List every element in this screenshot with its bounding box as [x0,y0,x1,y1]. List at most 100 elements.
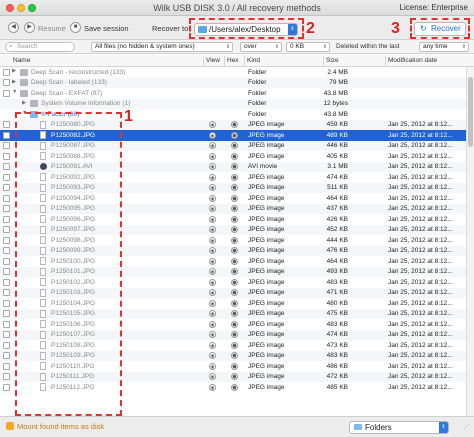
preview-eye-icon[interactable]: ◉ [209,383,216,391]
row-checkbox[interactable] [3,205,10,212]
recover-button[interactable]: ↻ Recover [414,22,466,36]
preview-eye-icon[interactable]: ◉ [209,184,216,191]
column-view[interactable]: View [203,57,220,64]
hex-view-icon[interactable]: ⬢ [231,173,238,181]
search-input[interactable]: ⌕ Search [5,42,75,52]
row-checkbox[interactable] [3,310,10,317]
row-checkbox[interactable] [3,79,10,86]
hex-view-icon[interactable]: ⬢ [231,236,238,244]
preview-eye-icon[interactable]: ◉ [209,247,216,254]
vertical-scrollbar[interactable] [466,67,474,416]
resize-grip-icon[interactable]: ⋰ [463,423,470,431]
hex-view-icon[interactable]: ⬢ [231,226,238,233]
disclosure-closed-icon[interactable]: ▶ [12,79,16,85]
preview-eye-icon[interactable]: ◉ [209,194,216,202]
file-type-filter-select[interactable]: All files (no hidden & system ones) ⇕ [91,42,233,52]
column-size[interactable]: Size [323,57,339,64]
hex-view-icon[interactable]: ⬢ [231,320,238,328]
row-checkbox[interactable] [3,89,10,97]
column-modification-date[interactable]: Modification date [385,57,437,64]
row-checkbox[interactable] [3,152,10,160]
hex-view-icon[interactable]: ⬢ [231,310,238,317]
hex-view-icon[interactable]: ⬢ [231,194,238,202]
recover-path-popup[interactable]: /Users/alex/Desktop ⇕ [194,23,298,36]
time-range-select[interactable]: any time ⇕ [419,42,469,52]
preview-eye-icon[interactable]: ◉ [209,320,216,328]
hex-view-icon[interactable]: ⬢ [231,205,238,212]
hex-view-icon[interactable]: ⬢ [231,362,238,370]
resume-button[interactable]: Resume [38,24,66,33]
hex-view-icon[interactable]: ⬢ [231,215,238,223]
preview-eye-icon[interactable]: ◉ [209,289,216,296]
hex-view-icon[interactable]: ⬢ [231,268,238,275]
disclosure-open-icon[interactable]: ▼ [12,89,17,95]
save-session-icon-button[interactable]: ■ [70,22,81,33]
preview-eye-icon[interactable]: ◉ [209,205,216,212]
size-value-select[interactable]: 0 KB ⇕ [286,42,330,52]
table-row[interactable]: ▶ Deep Scan - reconstructed (133) Folder 2.… [0,67,466,78]
row-checkbox[interactable] [3,383,10,391]
hex-view-icon[interactable]: ⬢ [231,383,238,391]
preview-eye-icon[interactable]: ◉ [209,299,216,307]
row-checkbox[interactable] [3,341,10,349]
row-checkbox[interactable] [3,68,10,76]
row-checkbox[interactable] [3,121,10,128]
row-checkbox[interactable] [3,215,10,223]
hex-view-icon[interactable]: ⬢ [231,142,238,149]
row-checkbox[interactable] [3,257,10,265]
preview-eye-icon[interactable]: ◉ [209,268,216,275]
column-kind[interactable]: Kind [244,57,260,64]
hex-view-icon[interactable]: ⬢ [231,352,238,359]
hex-view-icon[interactable]: ⬢ [231,331,238,338]
preview-eye-icon[interactable]: ◉ [209,352,216,359]
preview-eye-icon[interactable]: ◉ [209,278,216,286]
view-mode-select[interactable]: Folders ⇕ [349,421,449,434]
row-checkbox[interactable] [3,373,10,380]
row-checkbox[interactable] [3,362,10,370]
preview-eye-icon[interactable]: ◉ [209,142,216,149]
hex-view-icon[interactable]: ⬢ [231,373,238,380]
hex-view-icon[interactable]: ⬢ [231,341,238,349]
row-checkbox[interactable] [3,173,10,181]
row-checkbox[interactable] [3,236,10,244]
table-row[interactable]: ▼ Deep Scan - EXFAT (87) Folder 43.8 MB [0,88,466,99]
row-checkbox[interactable] [3,320,10,328]
preview-eye-icon[interactable]: ◉ [209,362,216,370]
row-checkbox[interactable] [3,278,10,286]
preview-eye-icon[interactable]: ◉ [209,373,216,380]
row-checkbox[interactable] [3,299,10,307]
save-session-button[interactable]: Save session [84,24,129,33]
back-button[interactable]: ◀ [8,22,19,33]
row-checkbox[interactable] [3,131,10,139]
column-hex[interactable]: Hex [224,57,239,64]
mount-found-items-link[interactable]: Mount found items as disk [17,422,104,431]
hex-view-icon[interactable]: ⬢ [231,278,238,286]
row-checkbox[interactable] [3,142,10,149]
hex-view-icon[interactable]: ⬢ [231,131,238,139]
size-operator-select[interactable]: over ⇕ [240,42,282,52]
row-checkbox[interactable] [3,226,10,233]
row-checkbox[interactable] [3,184,10,191]
preview-eye-icon[interactable]: ◉ [209,310,216,317]
row-checkbox[interactable] [3,194,10,202]
preview-eye-icon[interactable]: ◉ [209,226,216,233]
disclosure-closed-icon[interactable]: ▶ [22,100,26,106]
hex-view-icon[interactable]: ⬢ [231,299,238,307]
hex-view-icon[interactable]: ⬢ [231,257,238,265]
hex-view-icon[interactable]: ⬢ [231,184,238,191]
hex-view-icon[interactable]: ⬢ [231,289,238,296]
column-name[interactable]: Name [10,57,30,64]
scrollbar-thumb[interactable] [468,77,473,147]
preview-eye-icon[interactable]: ◉ [209,257,216,265]
row-checkbox[interactable] [3,289,10,296]
preview-eye-icon[interactable]: ◉ [209,236,216,244]
preview-eye-icon[interactable]: ◉ [209,341,216,349]
preview-eye-icon[interactable]: ◉ [209,152,216,160]
preview-eye-icon[interactable]: ◉ [209,121,216,128]
row-checkbox[interactable] [3,331,10,338]
row-checkbox[interactable] [3,247,10,254]
preview-eye-icon[interactable]: ◉ [209,163,216,170]
table-row[interactable]: ▶ System Volume Information (1) Folder 12 b… [0,98,466,109]
table-row[interactable]: ▶ Deep Scan - labeled (133) Folder 79 MB [0,77,466,88]
preview-eye-icon[interactable]: ◉ [209,173,216,181]
